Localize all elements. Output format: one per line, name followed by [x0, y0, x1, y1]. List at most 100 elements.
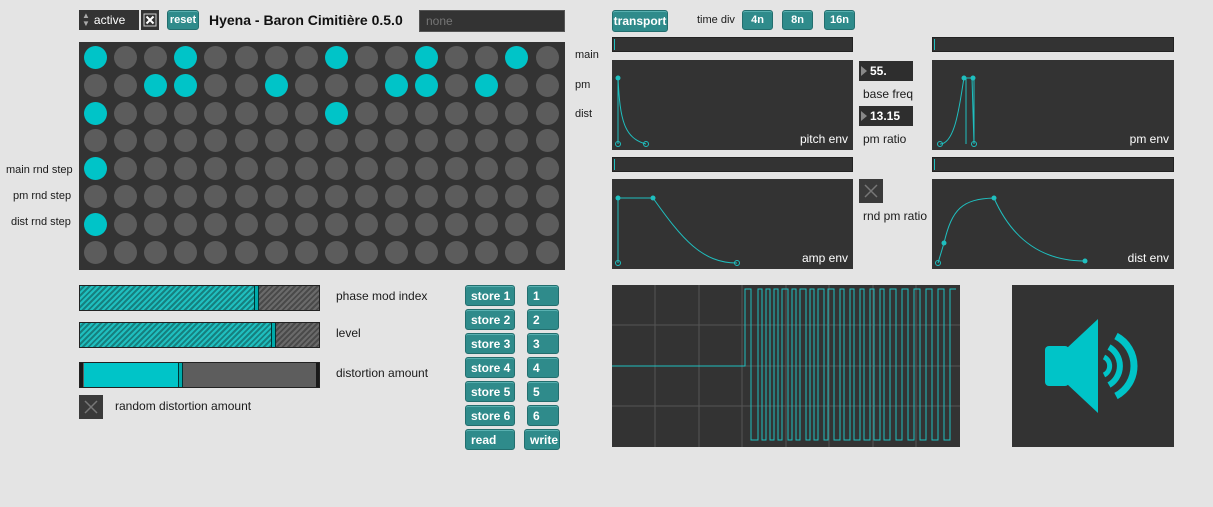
step-cell[interactable] [204, 73, 228, 97]
step-cell[interactable] [294, 129, 318, 153]
step-cell[interactable] [234, 46, 258, 69]
audio-on-off-button[interactable] [1012, 285, 1174, 447]
step-cell[interactable] [415, 157, 439, 181]
rnd-pm-ratio-toggle[interactable] [859, 179, 883, 203]
step-cell[interactable] [294, 240, 318, 264]
step-cell[interactable] [204, 185, 228, 208]
step-cell[interactable] [144, 101, 168, 125]
step-cell[interactable] [505, 212, 529, 236]
step-cell[interactable] [505, 73, 529, 97]
recall-6-button[interactable]: 6 [527, 405, 559, 426]
step-cell[interactable] [445, 101, 469, 125]
step-cell[interactable] [354, 73, 378, 97]
step-cell[interactable] [475, 157, 499, 181]
step-cell[interactable] [144, 129, 168, 153]
step-cell[interactable] [144, 46, 168, 69]
step-cell[interactable] [264, 212, 288, 236]
reset-button[interactable]: reset [167, 10, 199, 30]
step-cell[interactable] [475, 240, 499, 264]
step-cell[interactable] [204, 240, 228, 264]
step-cell[interactable] [144, 185, 168, 208]
step-cell[interactable] [234, 240, 258, 264]
step-cell[interactable] [84, 73, 107, 97]
step-cell[interactable] [354, 46, 378, 69]
transport-button[interactable]: transport [612, 10, 668, 32]
step-cell[interactable] [445, 157, 469, 181]
step-cell[interactable] [234, 185, 258, 208]
step-cell[interactable] [324, 46, 348, 69]
recall-2-button[interactable]: 2 [527, 309, 559, 330]
step-cell[interactable] [144, 240, 168, 264]
step-cell[interactable] [174, 157, 198, 181]
step-cell[interactable] [324, 73, 348, 97]
store-1-button[interactable]: store 1 [465, 285, 515, 306]
step-cell[interactable] [505, 240, 529, 264]
step-cell[interactable] [84, 129, 107, 153]
step-cell[interactable] [234, 101, 258, 125]
step-cell[interactable] [294, 185, 318, 208]
step-cell[interactable] [144, 73, 168, 97]
step-cell[interactable] [535, 212, 559, 236]
store-5-button[interactable]: store 5 [465, 381, 515, 402]
div-4n-button[interactable]: 4n [742, 10, 773, 30]
step-cell[interactable] [174, 240, 198, 264]
step-cell[interactable] [385, 212, 408, 236]
step-cell[interactable] [505, 101, 529, 125]
step-cell[interactable] [415, 46, 439, 69]
step-cell[interactable] [84, 212, 107, 236]
step-cell[interactable] [475, 185, 499, 208]
step-cell[interactable] [324, 212, 348, 236]
slider-knob[interactable] [254, 286, 259, 310]
store-6-button[interactable]: store 6 [465, 405, 515, 426]
recall-1-button[interactable]: 1 [527, 285, 559, 306]
step-cell[interactable] [324, 240, 348, 264]
step-cell[interactable] [234, 157, 258, 181]
step-cell[interactable] [234, 129, 258, 153]
active-toggle[interactable] [141, 10, 159, 30]
step-cell[interactable] [144, 157, 168, 181]
recall-3-button[interactable]: 3 [527, 333, 559, 354]
step-cell[interactable] [505, 129, 529, 153]
step-cell[interactable] [114, 212, 138, 236]
dist-env-editor[interactable]: dist env [932, 179, 1174, 269]
div-8n-button[interactable]: 8n [782, 10, 813, 30]
step-cell[interactable] [84, 185, 107, 208]
step-cell[interactable] [324, 185, 348, 208]
div-16n-button[interactable]: 16n [824, 10, 855, 30]
step-cell[interactable] [294, 101, 318, 125]
step-cell[interactable] [535, 240, 559, 264]
recall-5-button[interactable]: 5 [527, 381, 559, 402]
step-cell[interactable] [144, 212, 168, 236]
base-freq-numbox[interactable]: 55. [859, 61, 913, 81]
step-cell[interactable] [114, 185, 138, 208]
random-distortion-toggle[interactable] [79, 395, 103, 419]
amp-env-editor[interactable]: amp env [612, 179, 853, 269]
step-cell[interactable] [385, 46, 408, 69]
step-cell[interactable] [264, 46, 288, 69]
step-cell[interactable] [84, 46, 107, 69]
pitch-env-editor[interactable]: pitch env [612, 60, 853, 150]
step-cell[interactable] [174, 101, 198, 125]
step-cell[interactable] [445, 240, 469, 264]
step-cell[interactable] [385, 185, 408, 208]
step-cell[interactable] [204, 129, 228, 153]
step-cell[interactable] [264, 240, 288, 264]
step-cell[interactable] [234, 212, 258, 236]
store-2-button[interactable]: store 2 [465, 309, 515, 330]
step-cell[interactable] [385, 73, 408, 97]
step-cell[interactable] [84, 101, 107, 125]
step-cell[interactable] [174, 212, 198, 236]
step-cell[interactable] [84, 157, 107, 181]
step-cell[interactable] [294, 73, 318, 97]
preset-name-field[interactable] [419, 10, 565, 32]
step-cell[interactable] [415, 129, 439, 153]
step-cell[interactable] [535, 157, 559, 181]
state-menu[interactable]: ▲ ▼ active [79, 10, 139, 30]
step-cell[interactable] [445, 46, 469, 69]
step-cell[interactable] [204, 212, 228, 236]
level-slider[interactable] [79, 322, 320, 348]
step-cell[interactable] [354, 185, 378, 208]
step-cell[interactable] [475, 129, 499, 153]
step-cell[interactable] [445, 212, 469, 236]
slider-knob[interactable] [271, 323, 276, 347]
